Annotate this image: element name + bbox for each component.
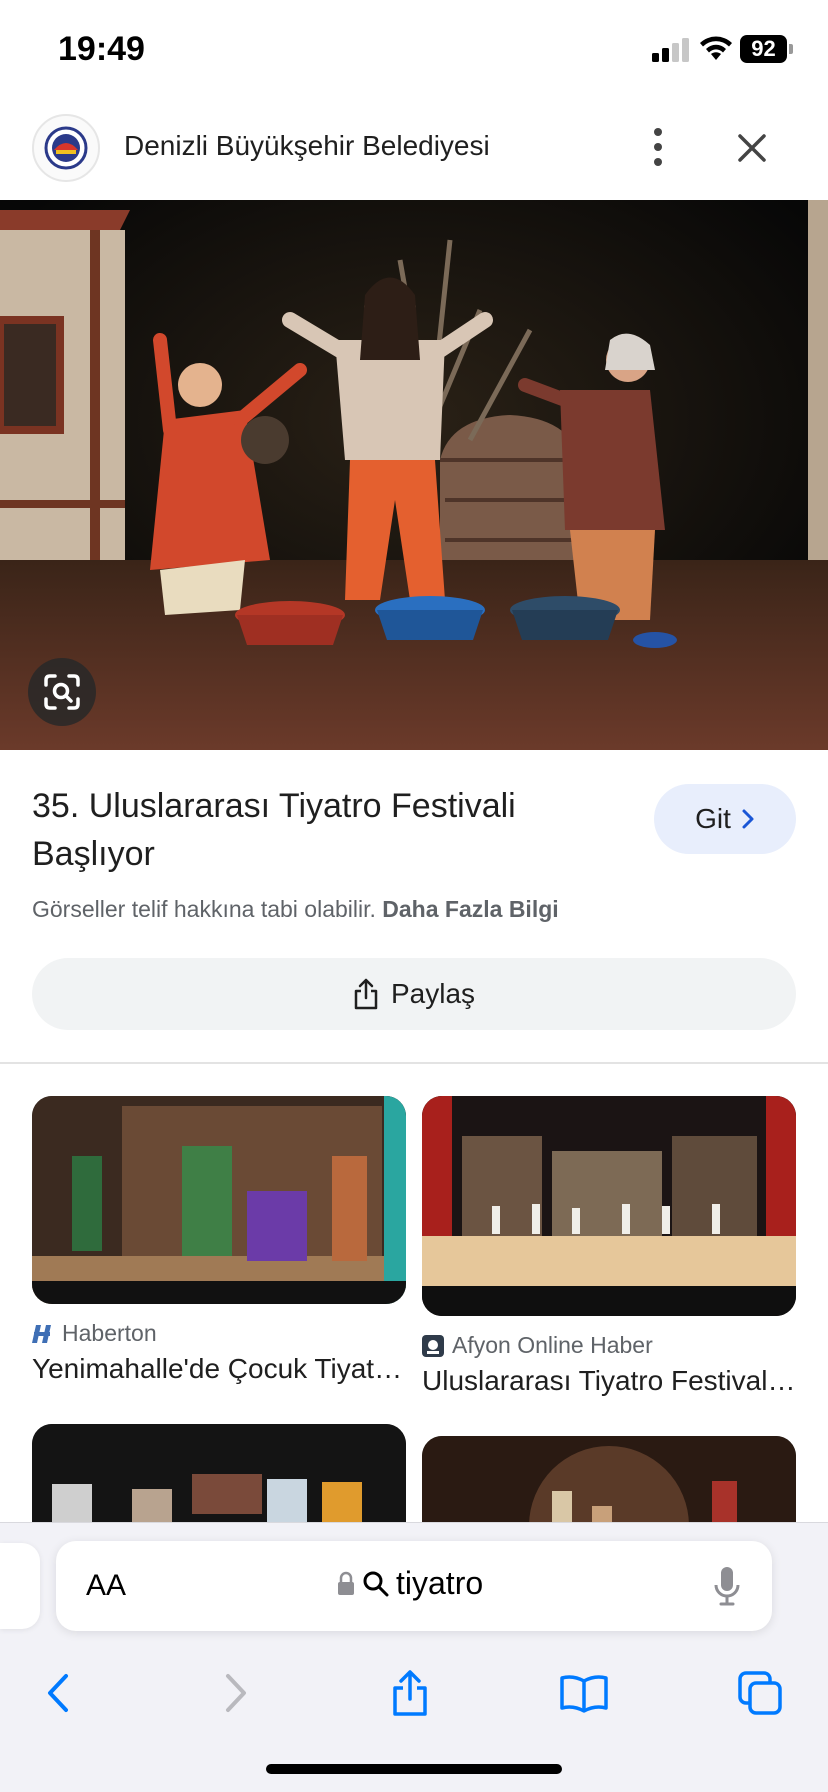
search-icon xyxy=(363,1571,389,1596)
google-lens-button[interactable] xyxy=(28,658,96,726)
chevron-left-icon xyxy=(48,1674,68,1712)
related-photo-1 xyxy=(32,1096,406,1304)
bookmarks-button[interactable] xyxy=(554,1663,614,1723)
microphone-icon[interactable] xyxy=(712,1565,742,1607)
home-indicator xyxy=(266,1764,562,1774)
share-icon xyxy=(354,978,378,1010)
chevron-right-icon xyxy=(742,809,754,829)
main-image[interactable] xyxy=(0,200,828,750)
section-divider xyxy=(0,1062,828,1064)
related-title[interactable]: Yenimahalle'de Çocuk Tiyatro... xyxy=(32,1353,406,1385)
book-icon xyxy=(560,1675,608,1713)
related-source: Haberton xyxy=(32,1320,406,1347)
share-label: Paylaş xyxy=(390,978,476,1009)
more-info-link[interactable]: Daha Fazla Bilgi xyxy=(382,896,558,922)
status-time: 19:49 xyxy=(58,30,145,68)
go-button-label: Git xyxy=(695,803,731,834)
address-text: tiyatro xyxy=(396,1565,484,1601)
site-name[interactable]: Denizli Büyükşehir Belediyesi xyxy=(124,130,490,162)
share-button[interactable]: Paylaş xyxy=(32,958,796,1030)
haberton-logo-icon xyxy=(32,1324,51,1343)
tabs-button[interactable] xyxy=(730,1663,790,1723)
more-options-icon[interactable] xyxy=(640,122,676,172)
afyon-online-haber-logo-icon xyxy=(422,1334,444,1357)
battery-icon: 92 xyxy=(740,35,793,63)
cellular-signal-icon xyxy=(652,38,689,62)
related-result-card[interactable]: Haberton Yenimahalle'de Çocuk Tiyatro... xyxy=(32,1096,406,1385)
related-title[interactable]: Uluslararası Tiyatro Festivali... xyxy=(422,1365,796,1397)
chevron-right-icon xyxy=(226,1674,246,1712)
site-logo[interactable] xyxy=(32,114,100,182)
text-size-label: AA xyxy=(86,1569,127,1602)
back-button[interactable] xyxy=(28,1663,88,1723)
related-source-name: Haberton xyxy=(62,1320,157,1346)
lens-search-icon xyxy=(44,674,80,710)
related-photo-2 xyxy=(422,1096,796,1316)
source-header: Denizli Büyükşehir Belediyesi xyxy=(0,100,828,200)
status-bar: 19:49 92 xyxy=(0,0,828,100)
address-bar[interactable]: AA tiyatro xyxy=(56,1541,772,1631)
result-title[interactable]: 35. Uluslararası Tiyatro Festivali Başlı… xyxy=(32,782,612,878)
previous-tab-preview[interactable] xyxy=(0,1543,40,1629)
related-source-name: Afyon Online Haber xyxy=(452,1332,653,1358)
share-page-button[interactable] xyxy=(380,1663,440,1723)
browser-nav-row xyxy=(0,1663,828,1733)
related-thumbnail[interactable] xyxy=(422,1096,796,1316)
url-field[interactable]: tiyatro xyxy=(336,1565,483,1602)
go-to-site-button[interactable]: Git xyxy=(654,784,796,854)
lock-icon xyxy=(338,1571,354,1595)
related-result-card[interactable]: Afyon Online Haber Uluslararası Tiyatro … xyxy=(422,1096,796,1397)
copyright-notice: Görseller telif hakkına tabi olabilir. D… xyxy=(32,896,559,923)
text-size-button[interactable]: AA xyxy=(86,1569,126,1603)
theatre-stage-photo xyxy=(0,200,828,750)
related-thumbnail[interactable] xyxy=(32,1096,406,1304)
related-source: Afyon Online Haber xyxy=(422,1332,796,1359)
municipality-logo-icon xyxy=(44,126,88,170)
browser-toolbar: AA tiyatro xyxy=(0,1522,828,1792)
forward-button[interactable] xyxy=(206,1663,266,1723)
tabs-icon xyxy=(738,1671,782,1715)
wifi-icon xyxy=(700,36,732,60)
share-icon xyxy=(393,1670,427,1716)
copyright-text: Görseller telif hakkına tabi olabilir. xyxy=(32,896,376,922)
close-icon[interactable] xyxy=(730,126,774,170)
battery-level: 92 xyxy=(740,35,787,63)
